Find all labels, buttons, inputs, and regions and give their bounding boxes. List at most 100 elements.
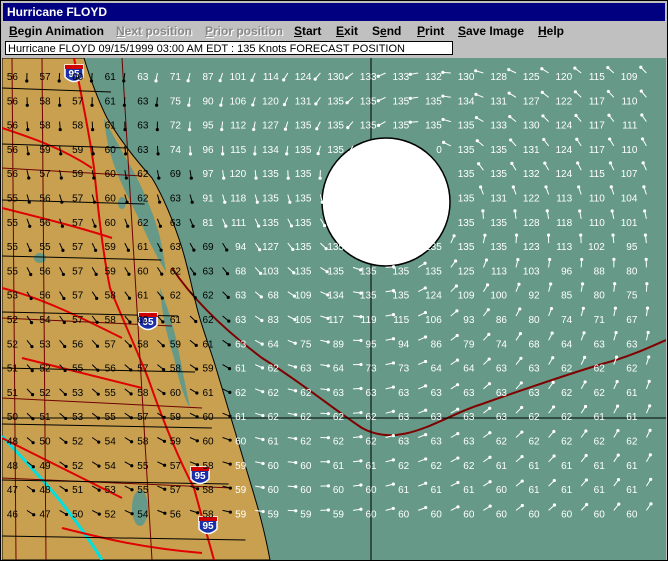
wind-arrow-head bbox=[648, 404, 652, 408]
wind-arrow-head bbox=[519, 381, 523, 385]
wind-speed-label: 61 bbox=[528, 461, 540, 472]
wind-arrow-head bbox=[546, 233, 551, 237]
wind-speed-label: 127 bbox=[523, 96, 540, 107]
wind-arrow-head bbox=[64, 512, 69, 517]
wind-speed-label: 61 bbox=[235, 412, 247, 423]
menu-start[interactable]: Start bbox=[294, 22, 321, 40]
wind-speed-label: 62 bbox=[170, 266, 182, 277]
wind-arrow-head bbox=[646, 330, 650, 335]
wind-speed-label: 127 bbox=[262, 121, 279, 132]
wind-arrow-head bbox=[159, 248, 163, 252]
wind-speed-label: 61 bbox=[170, 315, 182, 326]
menu-next-position[interactable]: Next position bbox=[116, 22, 192, 40]
menu-prior-position[interactable]: Prior position bbox=[205, 22, 283, 40]
wind-arrow-head bbox=[359, 386, 363, 391]
wind-arrow-head bbox=[191, 224, 195, 228]
wind-speed-label: 135 bbox=[458, 218, 475, 229]
wind-arrow-head bbox=[194, 319, 198, 324]
wind-speed-label: 135 bbox=[360, 96, 377, 107]
wind-arrow-head bbox=[346, 126, 350, 130]
wind-arrow-head bbox=[162, 367, 166, 372]
wind-arrow-head bbox=[195, 439, 199, 443]
wind-speed-label: 62 bbox=[561, 364, 573, 375]
wind-arrow-head bbox=[161, 344, 165, 348]
wind-speed-label: 63 bbox=[463, 412, 475, 423]
wind-speed-label: 59 bbox=[202, 364, 214, 375]
wind-arrow-head bbox=[260, 366, 265, 370]
wind-arrow-head bbox=[580, 257, 584, 262]
wind-arrow-head bbox=[31, 465, 35, 469]
wind-speed-label: 63 bbox=[235, 339, 247, 350]
wind-arrow-head bbox=[544, 185, 548, 189]
wind-speed-label: 53 bbox=[72, 388, 84, 399]
wind-speed-label: 117 bbox=[589, 96, 605, 107]
wind-speed-label: 64 bbox=[561, 339, 573, 350]
wind-speed-label: 106 bbox=[230, 96, 247, 107]
wind-arrow-head bbox=[423, 261, 427, 265]
wind-speed-label: 60 bbox=[170, 388, 182, 399]
wind-speed-label: 127 bbox=[262, 242, 279, 253]
wind-arrow-head bbox=[128, 320, 132, 324]
wind-arrow-head bbox=[130, 464, 134, 468]
wind-arrow-head bbox=[294, 485, 298, 489]
wind-arrow-head bbox=[220, 127, 224, 132]
wind-arrow-head bbox=[391, 337, 396, 341]
wind-arrow-head bbox=[488, 480, 492, 484]
wind-arrow-head bbox=[455, 309, 459, 313]
wind-arrow-head bbox=[326, 436, 330, 440]
wind-speed-label: 110 bbox=[621, 145, 637, 156]
wind-speed-label: 63 bbox=[170, 242, 182, 253]
wind-arrow-head bbox=[517, 282, 521, 286]
menu-save-image[interactable]: Save Image bbox=[458, 22, 524, 40]
wind-speed-label: 130 bbox=[458, 72, 475, 83]
wind-arrow-head bbox=[583, 355, 587, 359]
wind-arrow-head bbox=[441, 117, 445, 122]
wind-speed-label: 86 bbox=[431, 339, 443, 350]
wind-speed-label: 62 bbox=[528, 437, 540, 448]
wind-arrow-head bbox=[251, 103, 255, 107]
wind-arrow-head bbox=[320, 200, 324, 204]
wind-speed-label: 49 bbox=[39, 461, 51, 472]
wind-speed-label: 62 bbox=[496, 437, 508, 448]
wind-speed-label: 60 bbox=[365, 485, 377, 496]
wind-speed-label: 61 bbox=[626, 461, 638, 472]
map-canvas[interactable]: 95 95 95 95 56 57 60 61 63 71 87 101 114 124 130 133 13… bbox=[2, 58, 666, 560]
menu-exit[interactable]: Exit bbox=[336, 22, 358, 40]
wind-speed-label: 94 bbox=[235, 242, 247, 253]
wind-speed-label: 60 bbox=[496, 509, 508, 520]
wind-arrow-head bbox=[612, 257, 616, 262]
wind-speed-label: 60 bbox=[105, 145, 117, 156]
hurricane-map[interactable]: 95 95 95 95 56 57 60 61 63 71 87 101 114 124 130 133 13… bbox=[2, 58, 666, 560]
wind-arrow-head bbox=[609, 185, 613, 189]
wind-arrow-head bbox=[60, 224, 65, 228]
wind-speed-label: 61 bbox=[594, 485, 606, 496]
wind-arrow-head bbox=[228, 510, 233, 514]
menu-help[interactable]: Help bbox=[538, 22, 564, 40]
menu-print[interactable]: Print bbox=[417, 22, 444, 40]
wind-speed-label: 51 bbox=[39, 412, 51, 423]
wind-arrow-head bbox=[645, 306, 650, 310]
wind-speed-label: 62 bbox=[626, 364, 638, 375]
wind-speed-label: 50 bbox=[39, 437, 51, 448]
wind-arrow-head bbox=[642, 185, 646, 189]
wind-speed-label: 61 bbox=[202, 339, 214, 350]
wind-arrow-head bbox=[613, 306, 618, 310]
wind-speed-label: 56 bbox=[7, 169, 19, 180]
wind-speed-label: 132 bbox=[425, 72, 442, 83]
wind-arrow-head bbox=[580, 282, 585, 286]
wind-speed-label: 100 bbox=[490, 291, 507, 302]
wind-arrow-head bbox=[551, 356, 555, 360]
wind-speed-label: 120 bbox=[556, 72, 573, 83]
wind-arrow-head bbox=[193, 296, 197, 300]
wind-speed-label: 60 bbox=[561, 509, 573, 520]
wind-arrow-head bbox=[474, 116, 479, 120]
menu-begin-animation[interactable]: Begin Animation bbox=[9, 22, 104, 40]
wind-speed-label: 50 bbox=[72, 509, 84, 520]
wind-speed-label: 118 bbox=[230, 194, 246, 205]
wind-arrow-head bbox=[608, 161, 613, 165]
menu-send[interactable]: Send bbox=[372, 22, 401, 40]
wind-arrow-head bbox=[456, 456, 460, 460]
wind-arrow-head bbox=[326, 460, 330, 464]
wind-arrow-head bbox=[97, 464, 101, 468]
wind-speed-label: 57 bbox=[39, 72, 51, 83]
